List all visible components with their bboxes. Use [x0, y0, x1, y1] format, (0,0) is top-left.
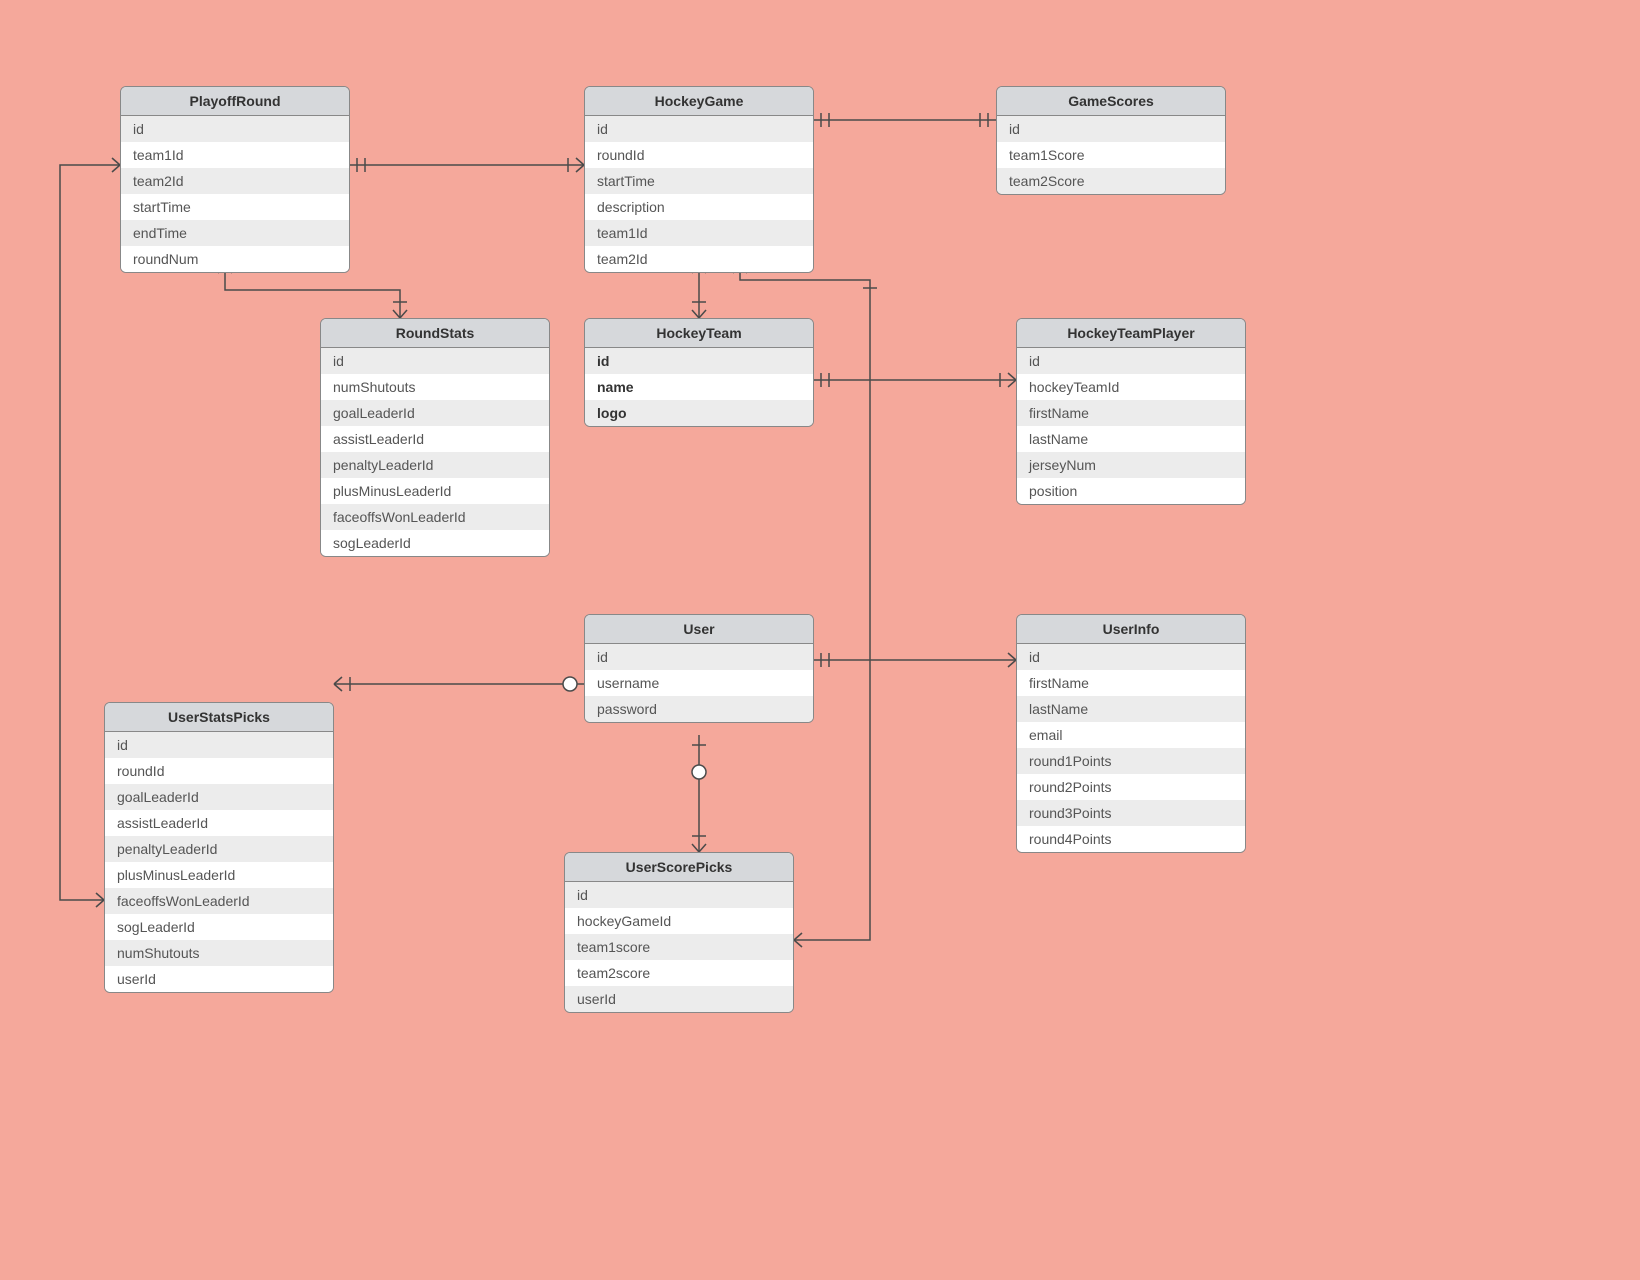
entity-rows: idhockeyTeamIdfirstNamelastNamejerseyNum… [1017, 348, 1245, 504]
field-row: faceoffsWonLeaderId [321, 504, 549, 530]
field-row: startTime [121, 194, 349, 220]
field-row: round3Points [1017, 800, 1245, 826]
entity-rows: idhockeyGameIdteam1scoreteam2scoreuserId [565, 882, 793, 1012]
entity-header: HockeyTeamPlayer [1017, 319, 1245, 348]
field-row: penaltyLeaderId [105, 836, 333, 862]
field-row: goalLeaderId [321, 400, 549, 426]
field-row: team2Score [997, 168, 1225, 194]
field-row: team2score [565, 960, 793, 986]
entity-rows: idnumShutoutsgoalLeaderIdassistLeaderIdp… [321, 348, 549, 556]
field-row: roundId [585, 142, 813, 168]
entity-gamescores: GameScores idteam1Scoreteam2Score [996, 86, 1226, 195]
field-row: id [105, 732, 333, 758]
field-row: team1Id [121, 142, 349, 168]
field-row: userId [105, 966, 333, 992]
entity-userstatspicks: UserStatsPicks idroundIdgoalLeaderIdassi… [104, 702, 334, 993]
field-row: roundNum [121, 246, 349, 272]
field-row: goalLeaderId [105, 784, 333, 810]
field-row: numShutouts [105, 940, 333, 966]
field-row: id [585, 116, 813, 142]
field-row: team1Score [997, 142, 1225, 168]
entity-rows: idnamelogo [585, 348, 813, 426]
field-row: id [121, 116, 349, 142]
field-row: position [1017, 478, 1245, 504]
entity-header: PlayoffRound [121, 87, 349, 116]
field-row: plusMinusLeaderId [321, 478, 549, 504]
field-row: team1Id [585, 220, 813, 246]
entity-hockeyteamplayer: HockeyTeamPlayer idhockeyTeamIdfirstName… [1016, 318, 1246, 505]
field-row: id [321, 348, 549, 374]
entity-header: User [585, 615, 813, 644]
entity-hockeyteam: HockeyTeam idnamelogo [584, 318, 814, 427]
field-row: description [585, 194, 813, 220]
entity-userinfo: UserInfo idfirstNamelastNameemailround1P… [1016, 614, 1246, 853]
field-row: id [997, 116, 1225, 142]
field-row: firstName [1017, 400, 1245, 426]
field-row: startTime [585, 168, 813, 194]
entity-rows: idroundIdstartTimedescriptionteam1Idteam… [585, 116, 813, 272]
field-row: username [585, 670, 813, 696]
field-row: firstName [1017, 670, 1245, 696]
entity-header: UserInfo [1017, 615, 1245, 644]
field-row: id [565, 882, 793, 908]
field-row: logo [585, 400, 813, 426]
entity-userscorepicks: UserScorePicks idhockeyGameIdteam1scoret… [564, 852, 794, 1013]
field-row: plusMinusLeaderId [105, 862, 333, 888]
field-row: jerseyNum [1017, 452, 1245, 478]
field-row: numShutouts [321, 374, 549, 400]
field-row: userId [565, 986, 793, 1012]
field-row: assistLeaderId [105, 810, 333, 836]
entity-header: HockeyTeam [585, 319, 813, 348]
field-row: faceoffsWonLeaderId [105, 888, 333, 914]
entity-header: UserScorePicks [565, 853, 793, 882]
entity-rows: idusernamepassword [585, 644, 813, 722]
field-row: round4Points [1017, 826, 1245, 852]
field-row: round2Points [1017, 774, 1245, 800]
field-row: lastName [1017, 426, 1245, 452]
field-row: name [585, 374, 813, 400]
entity-playoffround: PlayoffRound idteam1Idteam2IdstartTimeen… [120, 86, 350, 273]
entity-header: GameScores [997, 87, 1225, 116]
field-row: id [1017, 644, 1245, 670]
field-row: lastName [1017, 696, 1245, 722]
field-row: roundId [105, 758, 333, 784]
field-row: id [585, 348, 813, 374]
entity-header: RoundStats [321, 319, 549, 348]
entity-roundstats: RoundStats idnumShutoutsgoalLeaderIdassi… [320, 318, 550, 557]
field-row: id [1017, 348, 1245, 374]
field-row: sogLeaderId [321, 530, 549, 556]
field-row: assistLeaderId [321, 426, 549, 452]
field-row: penaltyLeaderId [321, 452, 549, 478]
field-row: password [585, 696, 813, 722]
field-row: hockeyGameId [565, 908, 793, 934]
field-row: endTime [121, 220, 349, 246]
entity-hockeygame: HockeyGame idroundIdstartTimedescription… [584, 86, 814, 273]
entity-rows: idteam1Scoreteam2Score [997, 116, 1225, 194]
entity-rows: idteam1Idteam2IdstartTimeendTimeroundNum [121, 116, 349, 272]
entity-rows: idroundIdgoalLeaderIdassistLeaderIdpenal… [105, 732, 333, 992]
entity-user: User idusernamepassword [584, 614, 814, 723]
field-row: id [585, 644, 813, 670]
field-row: sogLeaderId [105, 914, 333, 940]
field-row: email [1017, 722, 1245, 748]
field-row: team2Id [585, 246, 813, 272]
field-row: hockeyTeamId [1017, 374, 1245, 400]
entity-rows: idfirstNamelastNameemailround1Pointsroun… [1017, 644, 1245, 852]
entity-header: HockeyGame [585, 87, 813, 116]
entity-header: UserStatsPicks [105, 703, 333, 732]
field-row: team1score [565, 934, 793, 960]
field-row: team2Id [121, 168, 349, 194]
field-row: round1Points [1017, 748, 1245, 774]
